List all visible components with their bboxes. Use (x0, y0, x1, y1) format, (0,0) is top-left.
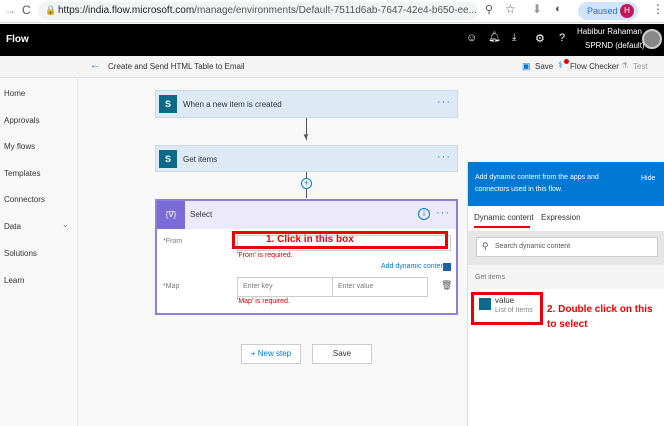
arrow-down-icon: ▼ (302, 132, 310, 141)
sharepoint-icon: S (159, 95, 177, 113)
annotation-step-1: 1. Click in this box (266, 234, 354, 245)
group-header: Get items (468, 265, 664, 289)
feedback-icon[interactable]: ☺ (466, 32, 477, 44)
sidebar-item-solutions[interactable]: Solutions (4, 249, 37, 258)
flow-toolbar: ← Create and Send HTML Table to Email ▣ … (0, 56, 664, 78)
select-action-card: {∇} Select i ··· *From 'From' is require… (155, 199, 458, 315)
lock-icon: 🔒 (45, 5, 57, 15)
more-options-icon[interactable]: ··· (436, 207, 450, 219)
zoom-icon[interactable]: ⚲ (485, 3, 493, 16)
reload-icon[interactable]: C (22, 3, 31, 17)
notification-icon[interactable]: 🔔︎ (488, 32, 501, 43)
search-input[interactable]: ⚲ Search dynamic content (476, 237, 658, 257)
map-label: *Map (163, 283, 180, 290)
save-icon: ▣ (522, 61, 531, 71)
sidebar-item-connectors[interactable]: Connectors (4, 195, 45, 204)
flow-name: Create and Send HTML Table to Email (108, 62, 245, 71)
menu-icon[interactable]: ⋮ (652, 2, 664, 16)
address-bar[interactable]: 🔒 https://india.flow.microsoft.com/manage… (38, 2, 478, 20)
environment-name[interactable]: SPRND (default) (585, 41, 645, 50)
star-icon[interactable]: ☆ (505, 2, 516, 16)
search-icon: ⚲ (482, 241, 489, 251)
profile-avatar: H (620, 4, 634, 18)
annotation-box-value (471, 292, 543, 325)
user-avatar[interactable] (642, 29, 662, 49)
panel-description: Add dynamic content from the apps and co… (475, 174, 599, 193)
test-link[interactable]: Test (633, 62, 648, 71)
map-error: 'Map' is required. (237, 298, 290, 305)
tab-underline (474, 226, 530, 228)
tab-dynamic-content[interactable]: Dynamic content (474, 213, 534, 222)
step-title: When a new item is created (183, 100, 282, 109)
download-icon[interactable]: ⤓ (512, 32, 516, 43)
paused-button[interactable]: Paused H (578, 2, 638, 20)
stethoscope-icon: ⚕ (558, 60, 563, 70)
settings-icon[interactable]: ⚙ (535, 32, 545, 45)
app-header: Flow ☺ 🔔︎ ⤓ ⚙ ? Habibur Rahaman SPRND (d… (0, 24, 664, 56)
map-key-input[interactable]: Enter key (237, 277, 333, 297)
help-icon[interactable]: ? (559, 32, 565, 44)
app-title[interactable]: Flow (6, 34, 29, 45)
trigger-step-card[interactable]: S When a new item is created ··· (155, 90, 458, 118)
delete-icon[interactable]: 🗑︎ (441, 280, 452, 291)
save-link[interactable]: Save (535, 62, 553, 71)
search-area: ⚲ Search dynamic content (468, 231, 664, 265)
data-operation-icon: {∇} (157, 201, 185, 229)
extension-icon[interactable]: ◐ (555, 3, 562, 15)
sidebar-item-my-flows[interactable]: My flows (4, 142, 35, 151)
tab-expression[interactable]: Expression (541, 213, 581, 222)
new-step-button[interactable]: + New step (241, 344, 301, 364)
panel-header: Add dynamic content from the apps and co… (468, 162, 664, 206)
sharepoint-icon: S (159, 150, 177, 168)
download-extension-icon[interactable]: ⬇ (532, 2, 542, 16)
sidebar-item-home[interactable]: Home (4, 89, 25, 98)
insert-step-icon[interactable]: + (301, 178, 312, 189)
sidebar-item-approvals[interactable]: Approvals (4, 116, 40, 125)
sidebar-item-learn[interactable]: Learn (4, 276, 24, 285)
back-arrow-icon[interactable]: ← (90, 60, 100, 71)
error-dot (564, 59, 569, 64)
info-icon[interactable]: i (418, 208, 430, 220)
annotation-step-2: 2. Double click on this to select (547, 304, 653, 330)
from-error: 'From' is required. (237, 252, 293, 259)
save-button[interactable]: Save (312, 344, 372, 364)
dynamic-content-icon[interactable] (443, 263, 451, 271)
from-label: *From (163, 238, 183, 245)
step-title: Get items (183, 155, 218, 164)
get-items-step-card[interactable]: S Get items ··· (155, 145, 458, 172)
flow-checker-link[interactable]: Flow Checker (570, 62, 619, 71)
sidebar: Home Approvals My flows Templates Connec… (0, 78, 78, 426)
more-options-icon[interactable]: ··· (437, 151, 451, 163)
forward-icon[interactable]: → (4, 3, 16, 17)
select-header[interactable]: {∇} Select i ··· (157, 201, 456, 229)
browser-toolbar: → C 🔒 https://india.flow.microsoft.com/ma… (0, 0, 664, 23)
map-value-input[interactable]: Enter value (332, 277, 428, 297)
flask-icon: ⚗ (621, 61, 629, 70)
hide-link[interactable]: Hide (641, 175, 655, 182)
add-dynamic-content-link[interactable]: Add dynamic content (381, 263, 446, 270)
user-name: Habibur Rahaman (577, 27, 642, 36)
more-options-icon[interactable]: ··· (437, 96, 451, 108)
select-title: Select (190, 210, 213, 219)
sidebar-item-data[interactable]: Data (4, 222, 21, 231)
sidebar-item-templates[interactable]: Templates (4, 169, 40, 178)
chevron-down-icon[interactable]: ⌄ (62, 220, 69, 229)
